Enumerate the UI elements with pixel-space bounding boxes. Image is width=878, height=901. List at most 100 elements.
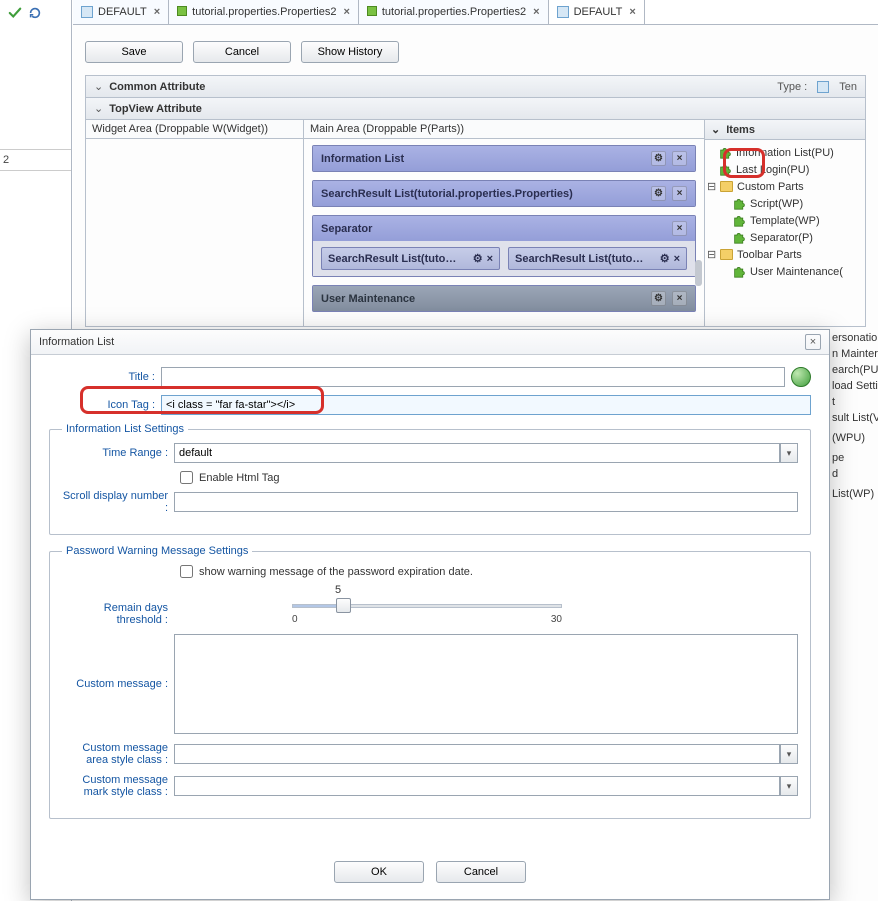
part-search-result[interactable]: SearchResult List(tutorial.properties.Pr…	[312, 180, 696, 207]
tree-item[interactable]: Script(WP)	[707, 195, 863, 212]
chevron-down-icon[interactable]: ▾	[780, 744, 798, 764]
cancel-button[interactable]: Cancel	[193, 41, 291, 63]
document-icon	[81, 6, 93, 18]
tree-label: Separator(P)	[750, 232, 813, 244]
collapse-icon[interactable]: ⊟	[707, 248, 716, 261]
main-dropzone[interactable]: Information List ⚙ × SearchResult List(t…	[304, 139, 704, 326]
custom-message-textarea[interactable]	[174, 634, 798, 734]
topview-workspace: Widget Area (Droppable W(Widget)) Main A…	[85, 120, 866, 327]
puzzle-icon	[719, 163, 732, 176]
close-icon[interactable]: ×	[674, 253, 680, 265]
time-range-label: Time Range :	[62, 447, 174, 459]
save-button[interactable]: Save	[85, 41, 183, 63]
folder-icon	[720, 181, 733, 192]
group-legend: Information List Settings	[62, 423, 188, 435]
gear-icon[interactable]: ⚙	[651, 291, 666, 306]
topview-attribute-header[interactable]: ⌄ TopView Attribute	[85, 98, 866, 120]
gear-icon[interactable]: ⚙	[651, 151, 666, 166]
scrollbar-thumb[interactable]	[695, 260, 702, 286]
part-user-maintenance[interactable]: User Maintenance ⚙ ×	[312, 285, 696, 312]
folder-icon	[720, 249, 733, 260]
side-tab[interactable]: 2	[0, 150, 71, 171]
scroll-display-input[interactable]	[174, 492, 798, 512]
tree-item[interactable]: User Maintenance(	[707, 263, 863, 280]
common-attribute-header[interactable]: ⌄ Common Attribute Type : Ten	[85, 75, 866, 98]
remain-days-label: Remain days threshold :	[62, 602, 174, 626]
cm-area-style-select[interactable]	[174, 744, 780, 764]
tree-item[interactable]: Separator(P)	[707, 229, 863, 246]
section-title: Common Attribute	[109, 81, 771, 93]
refresh-icon[interactable]	[28, 6, 42, 23]
type-label: Type :	[777, 81, 807, 93]
editor-tabs: DEFAULT × tutorial.properties.Properties…	[73, 0, 878, 25]
puzzle-icon	[733, 214, 746, 227]
show-warning-checkbox[interactable]	[180, 565, 193, 578]
slider-track[interactable]	[292, 604, 562, 608]
icon-tag-input[interactable]	[161, 395, 811, 415]
time-range-select[interactable]	[174, 443, 780, 463]
tree-label: Script(WP)	[750, 198, 803, 210]
tree-item[interactable]: Template(WP)	[707, 212, 863, 229]
title-input[interactable]	[161, 367, 785, 387]
gear-icon[interactable]: ⚙	[651, 186, 666, 201]
part-label: SearchResult List(tutorial.properties.Pr…	[321, 188, 645, 200]
ok-button[interactable]: OK	[334, 861, 424, 883]
dialog-cancel-button[interactable]: Cancel	[436, 861, 526, 883]
puzzle-icon	[733, 231, 746, 244]
apply-icon[interactable]	[8, 6, 22, 23]
nested-part-a[interactable]: SearchResult List(tuto… ⚙ ×	[321, 247, 500, 270]
show-warning-label: show warning message of the password exp…	[199, 566, 473, 578]
tree-item[interactable]: Information List(PU)	[707, 144, 863, 161]
tab-tutorial-2[interactable]: tutorial.properties.Properties2 ×	[359, 0, 549, 24]
main-area-header: Main Area (Droppable P(Parts))	[304, 120, 704, 139]
dialog-title: Information List	[39, 336, 805, 348]
chevron-down-icon: ⌄	[711, 123, 720, 136]
group-legend: Password Warning Message Settings	[62, 545, 252, 557]
part-information-list[interactable]: Information List ⚙ ×	[312, 145, 696, 172]
gear-icon[interactable]: ⚙	[660, 252, 670, 265]
close-icon[interactable]: ×	[487, 253, 493, 265]
part-label: Separator	[321, 223, 666, 235]
slider-handle[interactable]	[336, 598, 351, 613]
tree-folder-custom-parts[interactable]: ⊟ Custom Parts	[707, 178, 863, 195]
puzzle-icon	[733, 197, 746, 210]
widget-dropzone[interactable]	[86, 139, 303, 326]
close-icon[interactable]: ×	[672, 186, 687, 201]
tree-item[interactable]: Last Login(PU)	[707, 161, 863, 178]
tab-tutorial-1[interactable]: tutorial.properties.Properties2 ×	[169, 0, 359, 24]
gear-icon[interactable]: ⚙	[473, 252, 483, 265]
close-icon[interactable]: ×	[672, 151, 687, 166]
part-label: Information List	[321, 153, 645, 165]
close-icon[interactable]: ×	[343, 6, 349, 18]
close-icon[interactable]: ×	[629, 6, 635, 18]
part-separator-group[interactable]: Separator × SearchResult List(tuto… ⚙ × …	[312, 215, 696, 277]
chevron-down-icon: ⌄	[94, 80, 103, 93]
tree-folder-toolbar-parts[interactable]: ⊟ Toolbar Parts	[707, 246, 863, 263]
tab-default-2[interactable]: DEFAULT ×	[549, 0, 645, 24]
show-history-button[interactable]: Show History	[301, 41, 399, 63]
tab-label: tutorial.properties.Properties2	[192, 6, 336, 18]
tab-default-1[interactable]: DEFAULT ×	[73, 0, 169, 24]
close-icon[interactable]: ×	[672, 221, 687, 236]
close-icon[interactable]: ×	[672, 291, 687, 306]
enable-html-checkbox[interactable]	[180, 471, 193, 484]
close-icon[interactable]: ×	[805, 334, 821, 350]
globe-icon[interactable]	[791, 367, 811, 387]
document-icon	[817, 81, 829, 93]
chevron-down-icon: ⌄	[94, 102, 103, 115]
chevron-down-icon[interactable]: ▾	[780, 443, 798, 463]
collapse-icon[interactable]: ⊟	[707, 180, 716, 193]
items-panel: ⌄ Items Information List(PU) Last Login(…	[705, 120, 865, 326]
close-icon[interactable]: ×	[533, 6, 539, 18]
tab-label: DEFAULT	[98, 6, 147, 18]
close-icon[interactable]: ×	[154, 6, 160, 18]
icon-tag-label: Icon Tag :	[49, 399, 161, 411]
cm-mark-style-select[interactable]	[174, 776, 780, 796]
items-title: Items	[726, 124, 755, 136]
chevron-down-icon[interactable]: ▾	[780, 776, 798, 796]
part-label: SearchResult List(tuto…	[515, 253, 656, 265]
widget-area-header: Widget Area (Droppable W(Widget))	[86, 120, 303, 139]
title-label: Title :	[49, 371, 161, 383]
tree-label: Custom Parts	[737, 181, 804, 193]
nested-part-b[interactable]: SearchResult List(tuto… ⚙ ×	[508, 247, 687, 270]
